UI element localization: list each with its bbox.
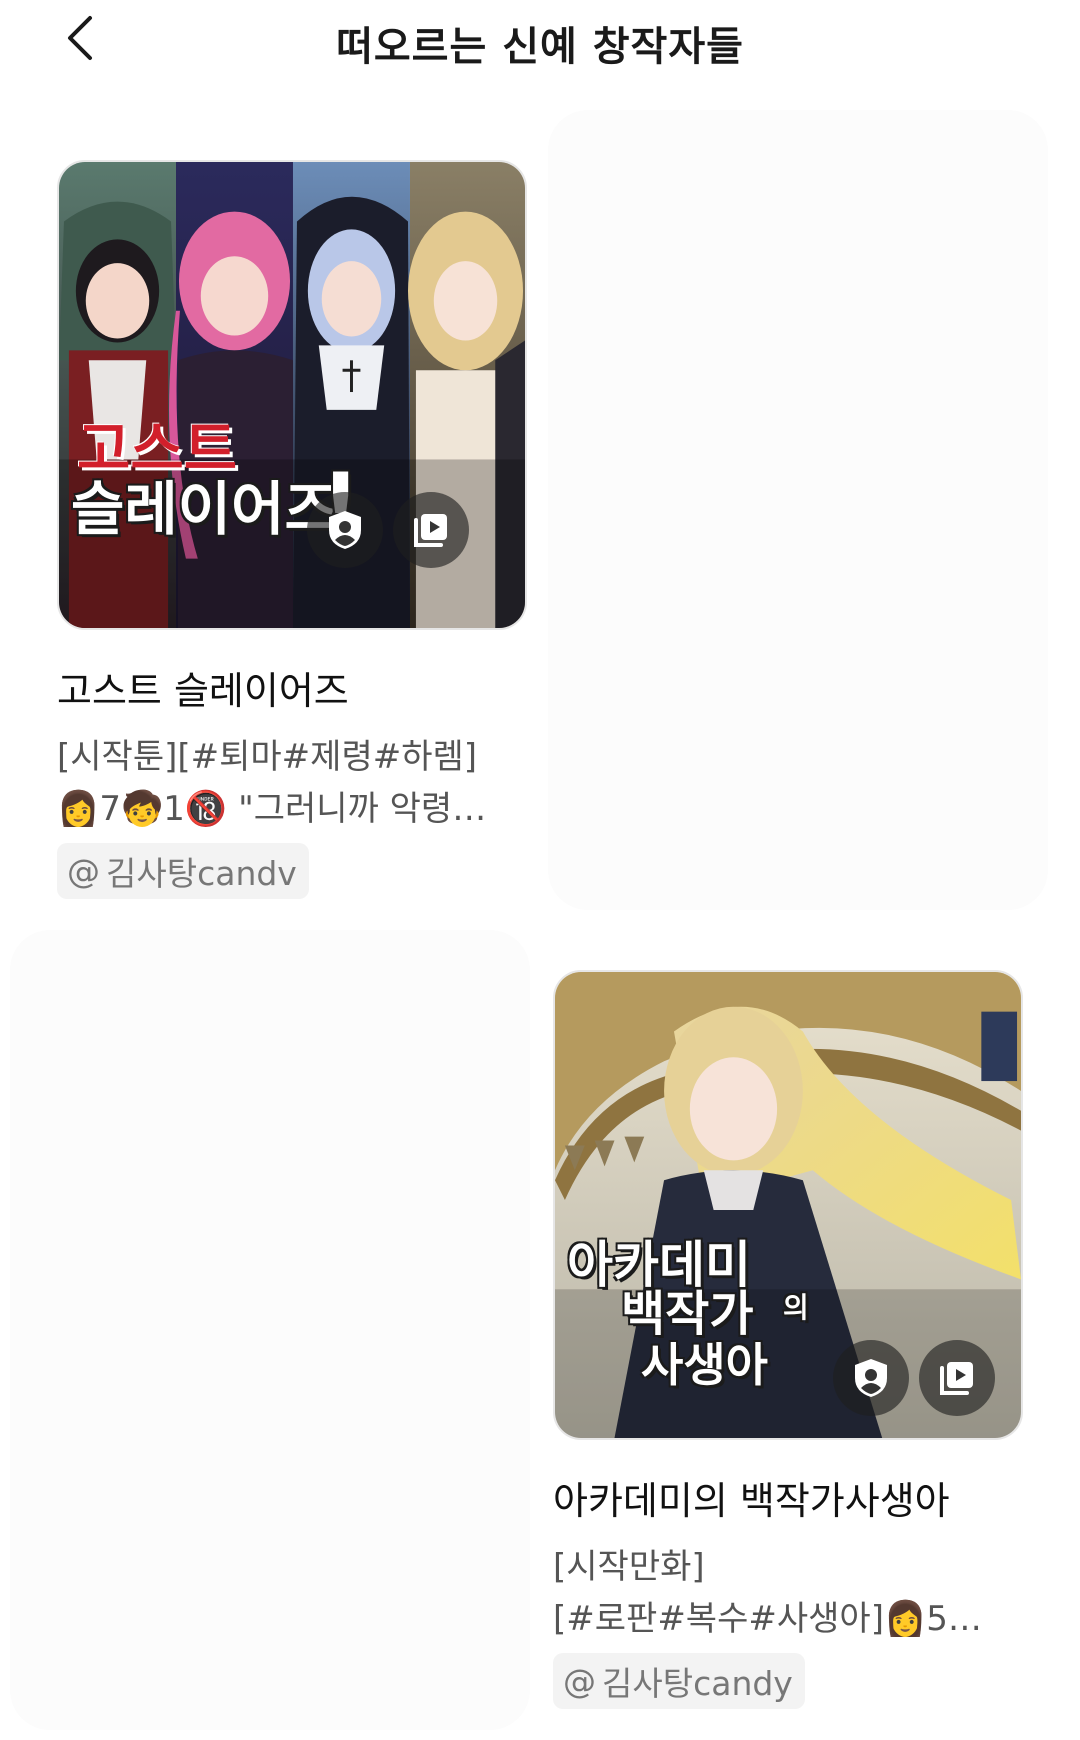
blurred-card-placeholder xyxy=(10,930,530,1730)
card-description-line: [#로판#복수#사생아]👩5… xyxy=(553,1599,982,1639)
shield-user-icon xyxy=(855,1359,887,1397)
card-thumbnail[interactable]: 고스트 슬레이어즈 ! xyxy=(57,160,527,630)
author-chip[interactable]: @ 김사탕candv xyxy=(57,843,309,899)
blurred-card-placeholder xyxy=(548,110,1048,910)
creator-card[interactable]: 고스트 슬레이어즈 ! 고스트 슬레이어즈 [시작툰][#퇴마#제령#하렘] 👩… xyxy=(57,160,527,899)
shield-badge xyxy=(307,492,383,568)
at-icon: @ xyxy=(67,851,100,891)
card-description: [시작툰][#퇴마#제령#하렘] 👩7🧒1🔞 "그러니까 악령… xyxy=(57,731,527,835)
card-title[interactable]: 고스트 슬레이어즈 xyxy=(57,660,527,715)
top-bar: 떠오르는 신예 창작자들 xyxy=(0,0,1080,82)
author-name: 김사탕candy xyxy=(602,1664,793,1703)
episodes-badge xyxy=(393,492,469,568)
episodes-badge xyxy=(919,1340,995,1416)
at-icon: @ xyxy=(563,1661,596,1701)
shield-user-icon xyxy=(329,511,361,549)
page-title: 떠오르는 신예 창작자들 xyxy=(336,24,744,70)
author-name: 김사탕candv xyxy=(106,854,297,893)
card-description: [시작만화] [#로판#복수#사생아]👩5… xyxy=(553,1541,1023,1645)
author-chip[interactable]: @ 김사탕candy xyxy=(553,1653,805,1709)
card-title[interactable]: 아카데미의 백작가사생아 xyxy=(553,1470,1023,1525)
shield-badge xyxy=(833,1340,909,1416)
card-description-line: [시작만화] xyxy=(553,1547,705,1587)
card-description-line: [시작툰][#퇴마#제령#하렘] xyxy=(57,737,478,777)
card-description-line: 👩7🧒1🔞 "그러니까 악령… xyxy=(57,789,487,829)
episodes-stack-icon xyxy=(940,1362,973,1395)
card-thumbnail[interactable]: 아카데미 백작가 의 사생아 xyxy=(553,970,1023,1440)
creator-card[interactable]: 아카데미 백작가 의 사생아 아카데미의 백작가사생아 [시작만화] [#로판#… xyxy=(553,970,1023,1709)
episodes-stack-icon xyxy=(414,514,447,547)
